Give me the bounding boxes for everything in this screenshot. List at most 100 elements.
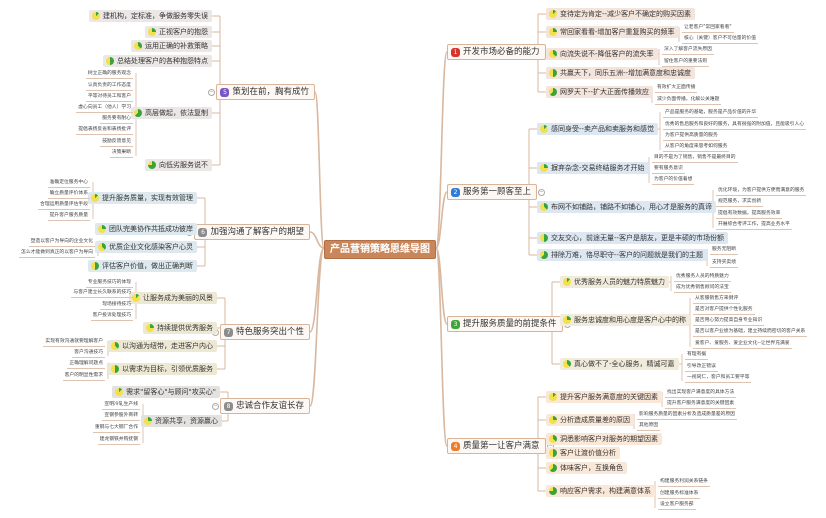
branch-topic[interactable]: 8 忠诚合作友谊长存: [219, 398, 310, 414]
subtopic[interactable]: 让服务成为美丽的风景: [129, 292, 217, 304]
leaf-topic[interactable]: 决策果断: [109, 148, 133, 158]
subtopic[interactable]: 服务忠诚度和用心度是客户心中的称: [560, 314, 690, 326]
subtopic[interactable]: 优秀服务人员的魅力特质魅力: [560, 276, 669, 288]
subtopic[interactable]: 正视客户的抱怨: [145, 26, 212, 38]
leaf-topic[interactable]: 宣明冷轧生产线: [102, 400, 140, 410]
subtopic[interactable]: 洞悉影响客户对服务的期望因素: [546, 433, 662, 445]
leaf-topic[interactable]: 与客户建立长久联系的技巧: [71, 288, 133, 298]
leaf-topic[interactable]: 宣钢参股外商转: [102, 411, 140, 421]
subtopic[interactable]: 建机构，定标准，争做服务零失误: [89, 10, 212, 22]
subtopic[interactable]: 提升服务质量，实现有效管理: [88, 192, 197, 204]
leaf-topic[interactable]: 建龙钢铁并购抚钢: [97, 435, 140, 445]
leaf-topic[interactable]: 一视同仁，客户和员工要平等: [685, 373, 752, 383]
subtopic[interactable]: 优质企业文化感染客户心灵: [95, 241, 197, 253]
branch-topic[interactable]: 2 服务第一顾客至上: [447, 184, 538, 200]
leaf-topic[interactable]: 平等对待员工和客户: [85, 92, 133, 102]
leaf-topic[interactable]: 服务要有耐心: [100, 114, 133, 124]
subtopic[interactable]: 常回家看看-增加客户重复购买的频率: [546, 26, 679, 38]
subtopic[interactable]: 体味客户，互换角色: [546, 462, 627, 474]
branch-topic[interactable]: 6 加强沟通了解客户的期望: [194, 224, 310, 240]
leaf-topic[interactable]: 准确定位服务中心: [47, 178, 90, 188]
leaf-topic[interactable]: 提升客户服务质量: [47, 211, 90, 221]
subtopic[interactable]: 摒弃杂念-交易终结服务才开始: [537, 162, 649, 174]
leaf-topic[interactable]: 从客服销售方来倒评: [693, 294, 741, 304]
collapse-toggle[interactable]: −: [212, 402, 219, 410]
leaf-topic[interactable]: 怎么才能做到真正的以客户为导向: [19, 248, 95, 258]
subtopic[interactable]: 向低劣服务说不: [145, 159, 212, 171]
leaf-topic[interactable]: 优秀的售后服务和良好的服务，具有很强的附加值，且能吸引人心: [663, 120, 807, 130]
leaf-topic[interactable]: 有效扩大正面传播: [655, 83, 698, 93]
central-topic[interactable]: 产品营销策略思维导图: [324, 240, 436, 259]
leaf-topic[interactable]: 树立正确的服务观念: [85, 69, 133, 79]
collapse-toggle[interactable]: −: [208, 88, 215, 96]
leaf-topic[interactable]: 创建服务标准体系: [658, 489, 701, 499]
subtopic[interactable]: 感同身受--卖产品和卖服务和感觉: [537, 123, 659, 135]
subtopic[interactable]: 团队完美协作共抵成功彼岸: [95, 223, 197, 235]
branch-topic[interactable]: 5 策划在前，胸有成竹: [216, 84, 315, 100]
leaf-topic[interactable]: 确立质量评价体系: [47, 189, 90, 199]
subtopic[interactable]: 持续提供优秀服务: [143, 322, 217, 334]
leaf-topic[interactable]: 引导改正错误: [685, 362, 718, 372]
subtopic[interactable]: 以沟通为纽带，走进客户内心: [108, 340, 217, 352]
leaf-topic[interactable]: 提倡表扬反省和表扬批评: [76, 125, 133, 135]
subtopic[interactable]: 响应客户需求，构建满意体系: [546, 485, 655, 497]
leaf-topic[interactable]: 优秀服务人员的特质魅力: [674, 272, 731, 282]
subtopic[interactable]: 高层做起，依法复制: [131, 107, 212, 119]
subtopic[interactable]: 运用正确的补救策略: [131, 40, 212, 52]
leaf-topic[interactable]: 影响服务质量的因素分析及造成质量差的原因: [637, 410, 737, 420]
subtopic[interactable]: 评估客户价值，做出正确判断: [88, 260, 197, 272]
leaf-topic[interactable]: 成为优秀销售顾问的法宝: [674, 283, 731, 293]
subtopic[interactable]: 资源共享，资源赢心: [141, 415, 222, 427]
leaf-topic[interactable]: 留住客户的重要法则: [662, 57, 710, 67]
leaf-topic[interactable]: 深入了解客户流失原因: [662, 45, 714, 55]
leaf-topic[interactable]: 重钢与七大钢厂合作: [92, 423, 140, 433]
subtopic[interactable]: 以需求为目标，引领优质服务: [108, 363, 217, 375]
leaf-topic[interactable]: 爱客户、爱服务、爱企业文化--让世界充满爱: [693, 339, 792, 349]
leaf-topic[interactable]: 减少负面传播，化解公关难题: [655, 95, 722, 105]
leaf-topic[interactable]: 支持买卖绩: [710, 258, 738, 268]
leaf-topic[interactable]: 鼓励反馈意见: [100, 137, 133, 147]
branch-topic[interactable]: 4 质量第一让客户满意: [447, 438, 546, 454]
leaf-topic[interactable]: 塑造以客户为导向的企业文化: [28, 237, 95, 247]
leaf-topic[interactable]: 核心（关键）客户不可估量的价值: [682, 34, 758, 44]
subtopic[interactable]: 客户让渡价值分析: [546, 447, 620, 459]
leaf-topic[interactable]: 优化环境，为客户提供方便而满意的服务: [716, 186, 807, 196]
subtopic[interactable]: 网罗天下--扩大正面传播效应: [546, 86, 654, 98]
leaf-topic[interactable]: 合理运用质量评估手段: [38, 200, 90, 210]
leaf-topic[interactable]: 要有服务意识: [652, 164, 685, 174]
leaf-topic[interactable]: 开展综合考评工作，提高业务水平: [716, 220, 792, 230]
leaf-topic[interactable]: 客户沟通技巧: [72, 348, 105, 358]
leaf-topic[interactable]: 提倡有效数据，提高服务效率: [716, 209, 783, 219]
leaf-topic[interactable]: 找出实现客户满意度的具体方法: [665, 388, 737, 398]
leaf-topic[interactable]: 从客户的角度来思考如何服务: [663, 142, 730, 152]
branch-topic[interactable]: 1 开发市场必备的能力: [447, 44, 546, 60]
subtopic[interactable]: 提升客户服务满意度的关键因素: [546, 391, 662, 403]
leaf-topic[interactable]: 为客户的价值着想: [652, 175, 695, 185]
leaf-topic[interactable]: 规范服务，求实创新: [716, 197, 764, 207]
collapse-toggle[interactable]: −: [538, 188, 545, 196]
leaf-topic[interactable]: 其他原因: [637, 421, 661, 431]
leaf-topic[interactable]: 现场接待技巧: [100, 300, 133, 310]
subtopic[interactable]: 需求"留客心"与顾问"攻买心": [112, 386, 220, 398]
leaf-topic[interactable]: 虚心向员工（他人）学习: [76, 103, 133, 113]
branch-topic[interactable]: 7 特色服务突出个性: [219, 324, 310, 340]
leaf-topic[interactable]: 认真负责的工作态度: [85, 81, 133, 91]
leaf-topic[interactable]: 正确理解问题点: [67, 359, 105, 369]
leaf-topic[interactable]: 为客户提供高质量的服务: [663, 131, 720, 141]
leaf-topic[interactable]: 让老客户"常回家看看": [682, 23, 734, 33]
subtopic[interactable]: 变待定为肯定--减少客户不确定的购买因素: [546, 8, 696, 20]
subtopic[interactable]: 交友交心，前途无量--客户是朋友，更是丰硕的市场份额: [537, 232, 729, 244]
leaf-topic[interactable]: 客户投诉处理技巧: [90, 311, 133, 321]
leaf-topic[interactable]: 实现有效沟通就要理解客户: [43, 337, 105, 347]
leaf-topic[interactable]: 服务无阻断: [710, 245, 738, 255]
leaf-topic[interactable]: 构建服务利润关系链条: [658, 477, 710, 487]
leaf-topic[interactable]: 产品是服务的基础，服务是产品价值的升华: [663, 108, 759, 118]
leaf-topic[interactable]: 有理有据: [685, 350, 709, 360]
subtopic[interactable]: 真心做不了-全心服务，精诚可嘉: [560, 358, 679, 370]
leaf-topic[interactable]: 是否以客户业绩为基础，建立持续而密切的客户关系: [693, 327, 808, 337]
subtopic[interactable]: 总结处理客户的各种抱怨特点: [103, 55, 212, 67]
leaf-topic[interactable]: 设立客户服务部: [658, 500, 696, 510]
leaf-topic[interactable]: 是否对客户提供个性化服务: [693, 305, 755, 315]
leaf-topic[interactable]: 目的不是为了销售，销售不是最终目的: [652, 153, 738, 163]
subtopic[interactable]: 向流失说不-降低客户的流失率: [546, 48, 658, 60]
